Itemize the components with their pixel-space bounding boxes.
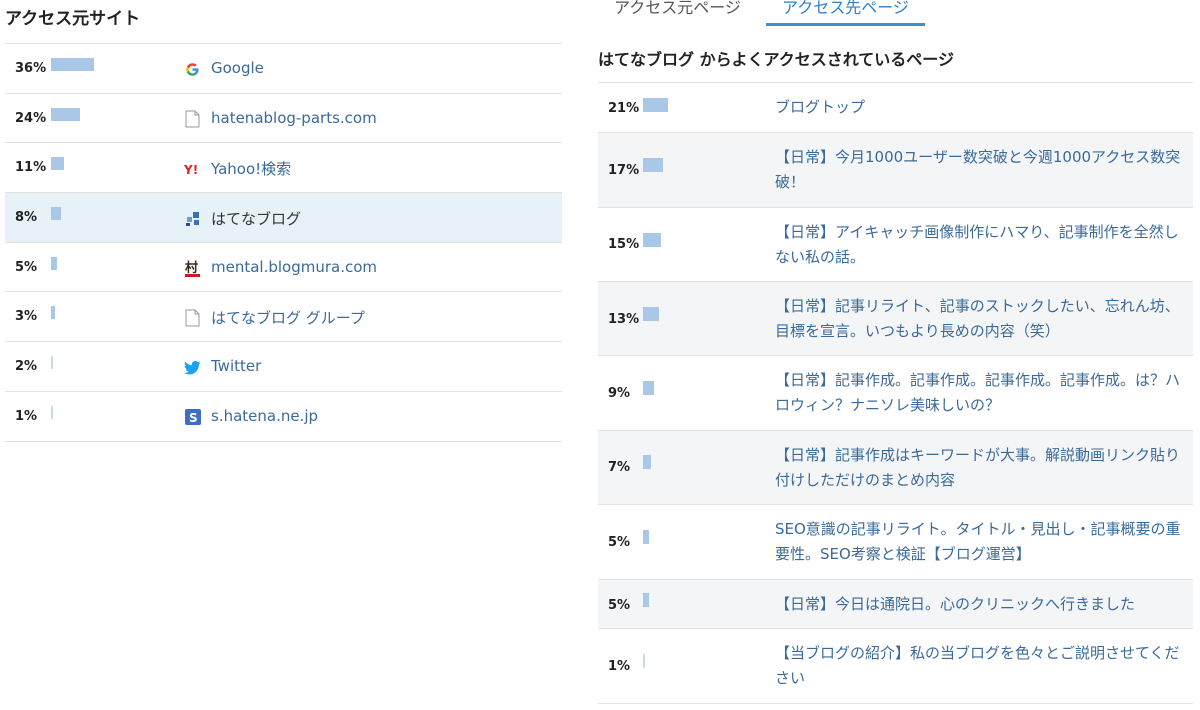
landing-link[interactable]: 【日常】今月1000ユーザー数突破と今週1000アクセス数突破！ [775,145,1183,195]
referrer-bar [51,207,61,221]
landing-percent: 9% [608,386,631,401]
referrer-row-google: 36% Google [5,44,562,94]
referrer-link-hatenablog[interactable]: はてなブログ [211,208,301,229]
referrer-link-google[interactable]: Google [211,59,264,77]
referrer-bar [51,306,55,320]
yahoo-icon: Y! [184,160,201,177]
referrer-percent: 5% [15,259,38,275]
referrer-percent: 2% [15,359,38,375]
referrer-link-hatenablog-parts[interactable]: hatenablog-parts.com [211,109,377,127]
referrer-percent: 11% [15,160,47,176]
landing-bar [643,307,659,321]
referrer-sites-title: アクセス元サイト [5,9,141,29]
landing-row: 5% 【日常】今日は通院日。心のクリニックへ行きました [598,580,1193,629]
blogmura-icon: 村 [184,260,201,278]
landing-percent: 15% [608,237,640,252]
landing-link[interactable]: ブログトップ [775,95,1183,120]
referrer-row-yahoo: 11% Y! Yahoo!検索 [5,143,562,194]
landing-bar [643,233,661,247]
landing-row: 13% 【日常】記事リライト、記事のストックしたい、忘れん坊、目標を宣言。いつも… [598,282,1193,356]
landing-bar [643,158,663,172]
page-icon [184,110,201,128]
referrer-bar [51,405,53,419]
referrer-link-twitter[interactable]: Twitter [211,357,261,375]
landing-percent: 5% [608,535,631,550]
hatena-s-icon: S [184,409,201,426]
landing-row: 17% 【日常】今月1000ユーザー数突破と今週1000アクセス数突破！ [598,133,1193,208]
hatenablog-icon [184,210,201,227]
landing-percent: 21% [608,101,640,116]
referrer-sites-table: 36% Google 24% hatenablog-parts.com 11% … [5,43,562,442]
referrer-percent: 36% [15,61,47,76]
referrer-link-yahoo[interactable]: Yahoo!検索 [211,158,291,179]
landing-link[interactable]: SEO意識の記事リライト。タイトル・見出し・記事概要の重要性。SEO考察と検証【… [775,517,1183,567]
referrer-bar [51,157,64,171]
referrer-row-hatenablog: 8% はてなブログ [5,193,562,243]
referrer-link-hatena-star[interactable]: s.hatena.ne.jp [211,407,318,425]
referrer-bar [51,107,80,121]
referrer-bar [51,58,94,71]
landing-row: 1% 【当ブログの紹介】私の当ブログを色々とご説明させてください [598,629,1193,704]
landing-row: 5% SEO意識の記事リライト。タイトル・見出し・記事概要の重要性。SEO考察と… [598,505,1193,580]
landing-percent: 13% [608,312,640,327]
tab-landing-pages[interactable]: アクセス先ページ [766,0,925,26]
svg-text:村: 村 [185,260,198,276]
landing-pages-table: 21% ブログトップ 17% 【日常】今月1000ユーザー数突破と今週1000ア… [598,82,1193,704]
landing-bar [643,381,654,395]
landing-link[interactable]: 【日常】アイキャッチ画像制作にハマり、記事制作を全然しない私の話。 [775,220,1183,270]
referrer-link-blogmura[interactable]: mental.blogmura.com [211,258,377,276]
tab-bar: アクセス元ページ アクセス先ページ [598,0,1193,28]
landing-percent: 1% [608,659,631,674]
referrer-row-blogmura: 5% 村 mental.blogmura.com [5,243,562,293]
landing-bar [643,654,645,668]
referrer-row-hatena-star: 1% S s.hatena.ne.jp [5,392,562,442]
landing-link[interactable]: 【日常】記事作成はキーワードが大事。解説動画リンク貼り付けしただけのまとめ内容 [775,443,1183,493]
referrer-bar [51,256,57,270]
landing-row: 7% 【日常】記事作成はキーワードが大事。解説動画リンク貼り付けしただけのまとめ… [598,431,1193,505]
landing-row: 21% ブログトップ [598,83,1193,133]
twitter-icon [184,359,201,376]
landing-bar [643,530,649,544]
referrer-percent: 3% [15,309,38,325]
referrer-percent: 24% [15,110,47,126]
landing-link[interactable]: 【日常】記事作成。記事作成。記事作成。記事作成。は？ハロウィン？ナニソレ美味しい… [775,368,1183,418]
landing-bar [643,593,649,607]
referrer-percent: 8% [15,210,38,226]
google-icon [184,61,201,78]
landing-link[interactable]: 【当ブログの紹介】私の当ブログを色々とご説明させてください [775,641,1183,691]
referrer-row-hatenablog-group: 3% はてなブログ グループ [5,292,562,343]
tab-referrer-pages[interactable]: アクセス元ページ [598,0,757,26]
landing-pages-heading: はてなブログ からよくアクセスされているページ [598,50,954,69]
landing-percent: 17% [608,163,640,178]
landing-link[interactable]: 【日常】記事リライト、記事のストックしたい、忘れん坊、目標を宣言。いつもより長め… [775,294,1183,344]
referrer-row-twitter: 2% Twitter [5,342,562,392]
landing-percent: 5% [608,598,631,613]
landing-link[interactable]: 【日常】今日は通院日。心のクリニックへ行きました [775,592,1183,617]
landing-percent: 7% [608,460,631,475]
referrer-bar [51,356,53,370]
referrer-percent: 1% [15,408,38,424]
referrer-link-hatenablog-group[interactable]: はてなブログ グループ [211,307,365,328]
landing-row: 9% 【日常】記事作成。記事作成。記事作成。記事作成。は？ハロウィン？ナニソレ美… [598,356,1193,431]
svg-text:S: S [189,411,198,425]
landing-row: 15% 【日常】アイキャッチ画像制作にハマり、記事制作を全然しない私の話。 [598,208,1193,282]
referrer-row-hatenablog-parts: 24% hatenablog-parts.com [5,94,562,144]
landing-bar [643,455,651,469]
svg-text:Y!: Y! [184,163,198,175]
landing-bar [643,98,668,112]
page-icon [184,309,201,327]
